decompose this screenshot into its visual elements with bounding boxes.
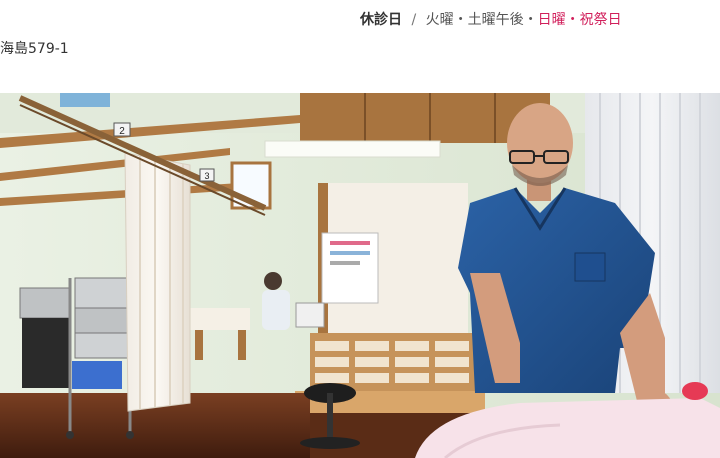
holiday-separator: / xyxy=(411,12,417,28)
privacy-curtain xyxy=(124,152,191,412)
back-person-head xyxy=(264,272,282,290)
clinic-holiday-info: 休診日 / 火曜・土曜午後・日曜・祝祭日 xyxy=(360,9,622,29)
holiday-days-weekday: 火曜・土曜午後・ xyxy=(425,12,538,28)
treatment-bed-back xyxy=(190,308,250,330)
scrub-pocket xyxy=(574,252,606,282)
clinic-address: 海島579-1 xyxy=(0,41,69,57)
computer-monitor xyxy=(295,302,325,328)
blue-basket xyxy=(72,361,122,389)
holiday-days-sunday-holidays: 日曜・祝祭日 xyxy=(537,12,622,28)
patient-sock xyxy=(682,382,708,400)
equipment-unit xyxy=(74,277,131,309)
back-person-body xyxy=(262,290,290,330)
ceiling-light xyxy=(60,93,110,107)
rail-number-3: 3 xyxy=(204,171,209,181)
holiday-label: 休診日 xyxy=(360,12,402,28)
rail-number-2: 2 xyxy=(119,126,125,137)
clinic-interior-photo: 2 3 xyxy=(0,93,720,458)
equipment-unit xyxy=(19,287,71,319)
fluorescent-light xyxy=(264,140,441,158)
clinic-interior-illustration: 2 3 xyxy=(0,93,720,458)
